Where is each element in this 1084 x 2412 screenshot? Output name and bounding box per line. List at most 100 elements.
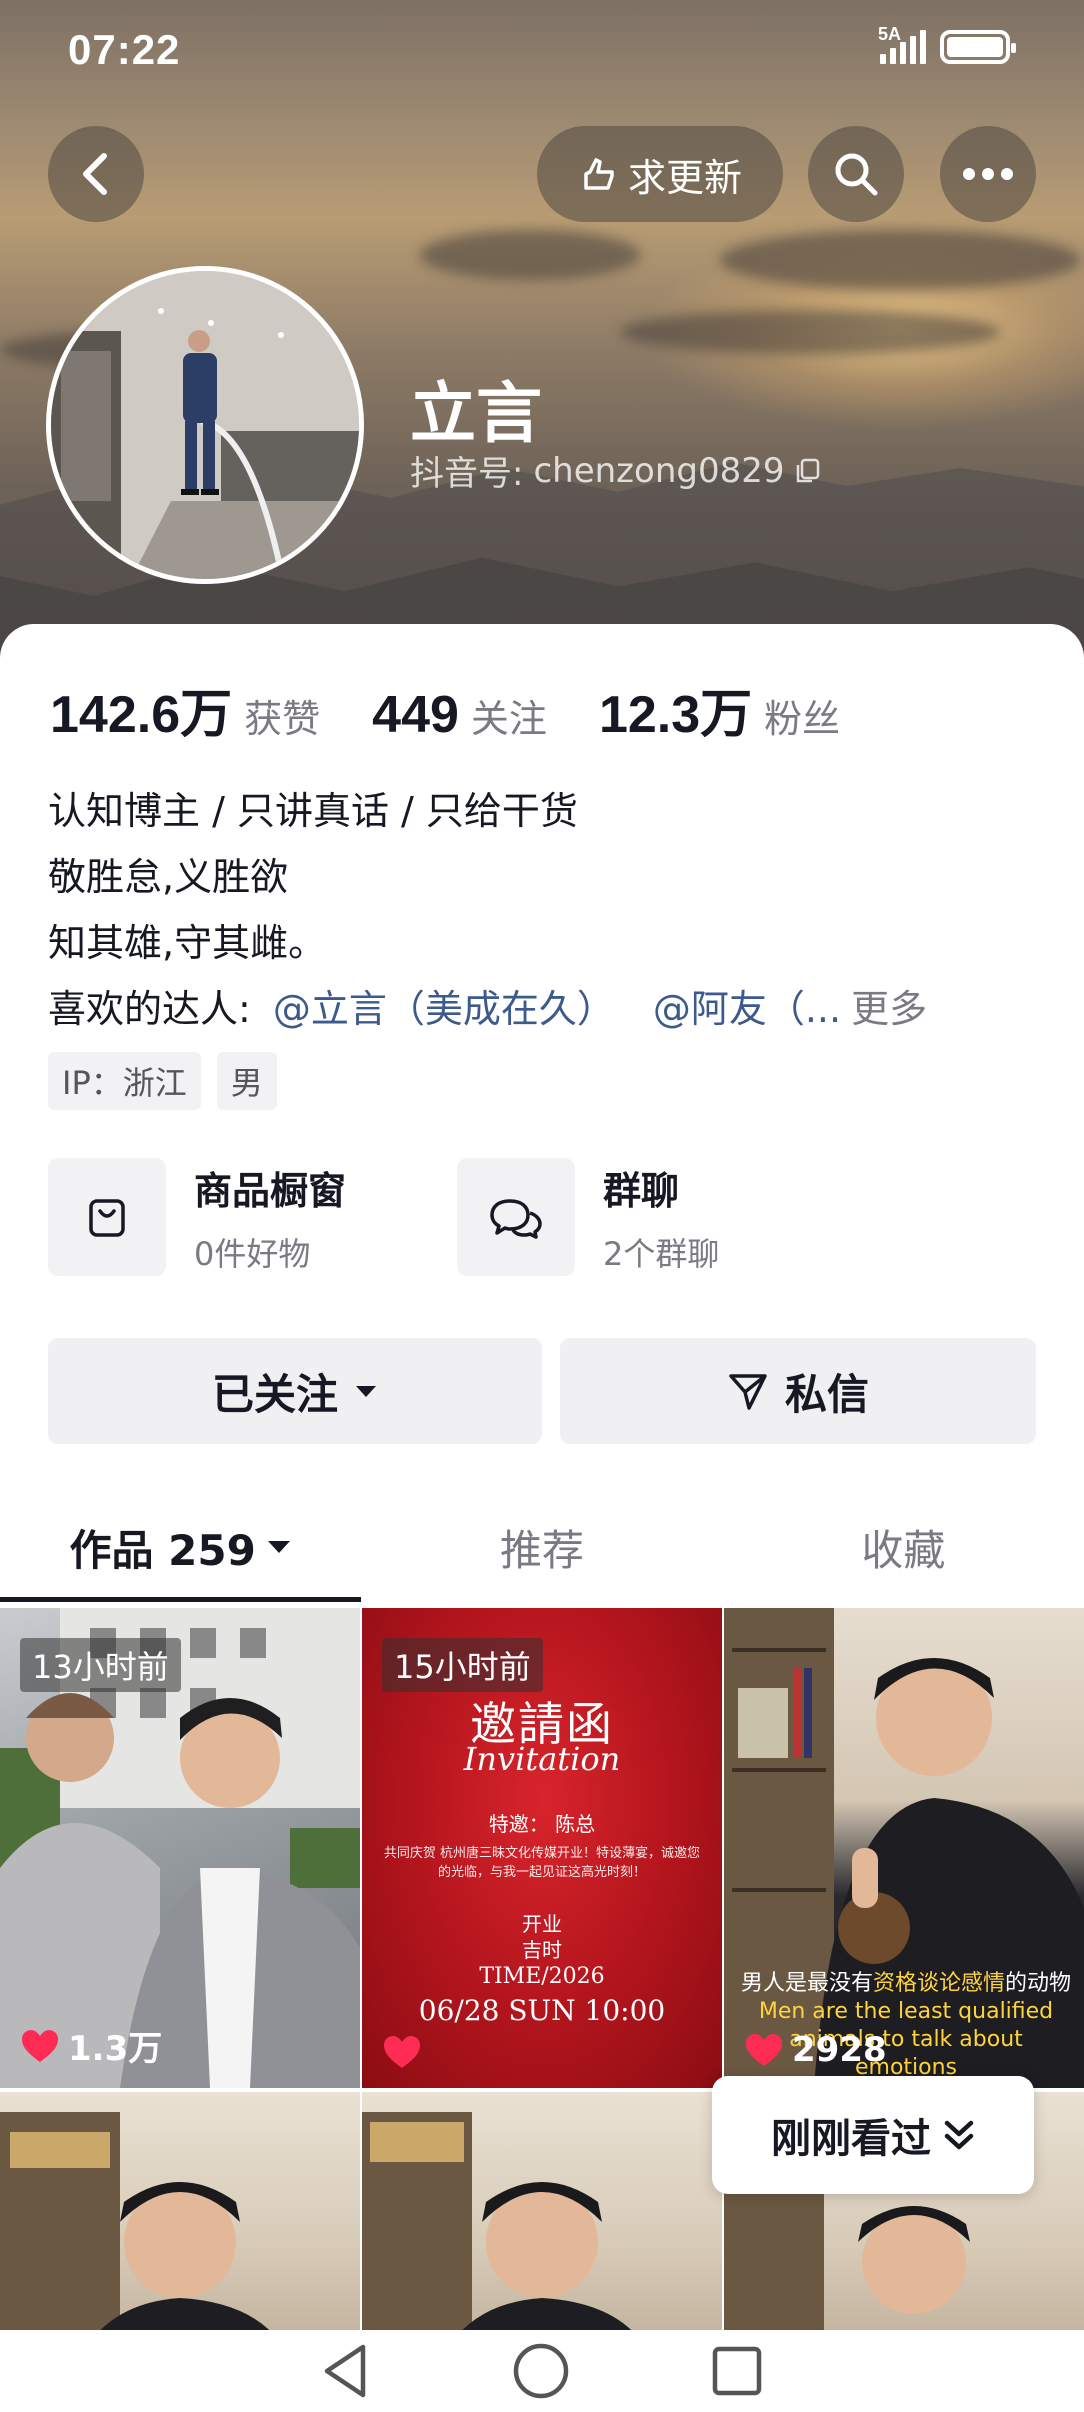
video-likes: 1.3万 [20,2021,162,2070]
avatar[interactable] [46,266,364,584]
copy-icon[interactable] [794,457,822,485]
stat-label: 粉丝 [764,697,841,741]
tab-favorites[interactable]: 收藏 [723,1492,1084,1602]
request-update-label: 求更新 [627,155,742,200]
invitation-time: TIME/2026 [479,1964,605,1989]
search-icon [835,153,878,196]
nav-recents-icon[interactable] [711,2345,763,2397]
group-chat-entry[interactable]: 群聊 2个群聊 [457,1158,719,1276]
profile-bio: 认知博主 / 只讲真话 / 只给干货 敬胜怠,义胜欲 知其雄,守其雌。 喜欢的达… [48,778,927,1042]
ip-location-tag: IP：浙江 [48,1052,201,1110]
bio-line: 认知博主 / 只讲真话 / 只给干货 [48,789,578,833]
gender-tag: 男 [216,1052,277,1110]
invitation-line: 开业 [522,1912,562,1936]
profile-name: 立言 [410,375,542,452]
message-button[interactable]: 私信 [560,1338,1036,1444]
caret-down-icon [356,1386,376,1397]
bio-line: 知其雄,守其雌。 [48,921,327,965]
following-label: 已关注 [211,1369,338,1419]
douyin-id-value: chenzong0829 [533,450,785,491]
banner-cloud [720,230,1080,290]
invitation-guest: 特邀： 陈总 [488,1812,596,1836]
stat-value: 449 [372,686,459,744]
video-thumbnail[interactable]: 13小时前 1.3万 [0,1608,360,2088]
back-button[interactable] [48,126,144,222]
banner-cloud [420,230,640,280]
heart-icon [746,2034,782,2066]
video-thumbnail[interactable] [362,2092,722,2342]
liked-creators: 喜欢的达人: @立言（美成在久） @阿友（... 更多 [48,976,927,1042]
mention-link[interactable]: @阿友（... [653,976,841,1042]
invitation-line: 吉时 [522,1938,562,1962]
bio-more-link[interactable]: 更多 [851,976,927,1042]
stat-likes[interactable]: 142.6万 获赞 [50,672,320,747]
caption-text: 男人是最没有 [740,1971,873,1996]
video-cover-image [0,2112,280,2342]
stat-followers[interactable]: 12.3万 粉丝 [599,672,840,747]
tab-works[interactable]: 作品 259 [0,1492,362,1602]
video-caption-cn: 男人是最没有资格谈论感情的动物 [738,1970,1074,1998]
message-label: 私信 [784,1369,869,1419]
battery-icon [940,30,1016,64]
video-thumbnail[interactable]: 男人是最没有资格谈论感情的动物 Men are the least qualif… [724,1608,1084,2088]
feature-title: 商品橱窗 [194,1168,347,1213]
profile-stats: 142.6万 获赞 449 关注 12.3万 粉丝 [50,672,892,747]
feature-subtitle: 0件好物 [194,1234,311,1273]
tab-recommend[interactable]: 推荐 [361,1492,722,1602]
avatar-photo [51,271,359,579]
status-icons: 5A [878,24,1016,64]
video-cover-image [362,2112,642,2342]
feature-icon-box [48,1158,166,1276]
feature-icon-box [457,1158,575,1276]
double-chevron-down-icon [944,2120,974,2150]
nav-back-icon[interactable] [321,2343,371,2399]
feature-title: 群聊 [603,1168,680,1213]
stat-value: 12.3万 [598,686,753,744]
video-thumbnail[interactable]: 邀請函 Invitation 特邀： 陈总 共同庆贺 杭州唐三昧文化传媒开业！特… [362,1608,722,2088]
nav-home-icon[interactable] [512,2342,570,2400]
invitation-body: 共同庆贺 杭州唐三昧文化传媒开业！特设薄宴，诚邀您的光临，与我一起见证这高光时刻… [383,1846,701,1880]
tab-label: 收藏 [861,1525,946,1575]
tab-label: 作品 259 [69,1525,256,1575]
video-likes [382,2034,430,2070]
stat-label: 关注 [470,697,547,741]
recently-viewed-label: 刚刚看过 [771,2116,931,2162]
bag-icon [89,1199,125,1237]
stat-following[interactable]: 449 关注 [372,685,547,745]
request-update-button[interactable]: 求更新 [537,126,783,222]
shop-window-entry[interactable]: 商品橱窗 0件好物 [48,1158,346,1276]
system-nav-bar [0,2330,1084,2412]
following-button[interactable]: 已关注 [48,1338,542,1444]
tab-label: 推荐 [499,1525,584,1575]
mention-link[interactable]: @立言（美成在久） [273,976,615,1042]
video-time-badge: 15小时前 [382,1638,543,1692]
stat-value: 142.6万 [50,686,233,744]
bio-line: 敬胜怠,义胜欲 [48,855,289,899]
invitation-title-en: Invitation [463,1740,621,1778]
video-likes-count: 2928 [792,2030,887,2070]
chat-bubbles-icon [490,1199,542,1239]
back-arrow-icon [83,153,107,195]
content-tabs: 作品 259 推荐 收藏 [0,1492,1084,1602]
send-icon [729,1374,767,1410]
recently-viewed-button[interactable]: 刚刚看过 [712,2076,1034,2194]
status-time: 07:22 [68,26,181,73]
heart-icon [384,2036,420,2068]
search-button[interactable] [808,126,904,222]
hand-point-icon [584,158,614,190]
more-button[interactable] [940,126,1036,222]
video-time-badge: 13小时前 [20,1638,181,1692]
heart-icon [22,2029,58,2062]
stat-label: 获赞 [244,697,321,741]
video-likes-count: 1.3万 [68,2029,163,2069]
network-type: 5A [878,24,902,44]
more-icon [963,168,1013,180]
video-grid: 13小时前 1.3万 邀請函 Invitation 特邀： 陈总 共同庆贺 杭州… [0,1608,1084,2342]
caret-down-icon [267,1541,290,1553]
invitation-date: 06/28 SUN 10:00 [418,1994,666,2027]
video-thumbnail[interactable] [0,2092,360,2342]
liked-creators-label: 喜欢的达人: [48,987,251,1031]
douyin-id-label: 抖音号: [410,454,524,494]
banner-cloud [620,310,1000,354]
douyin-id[interactable]: 抖音号: chenzong0829 [410,446,822,495]
